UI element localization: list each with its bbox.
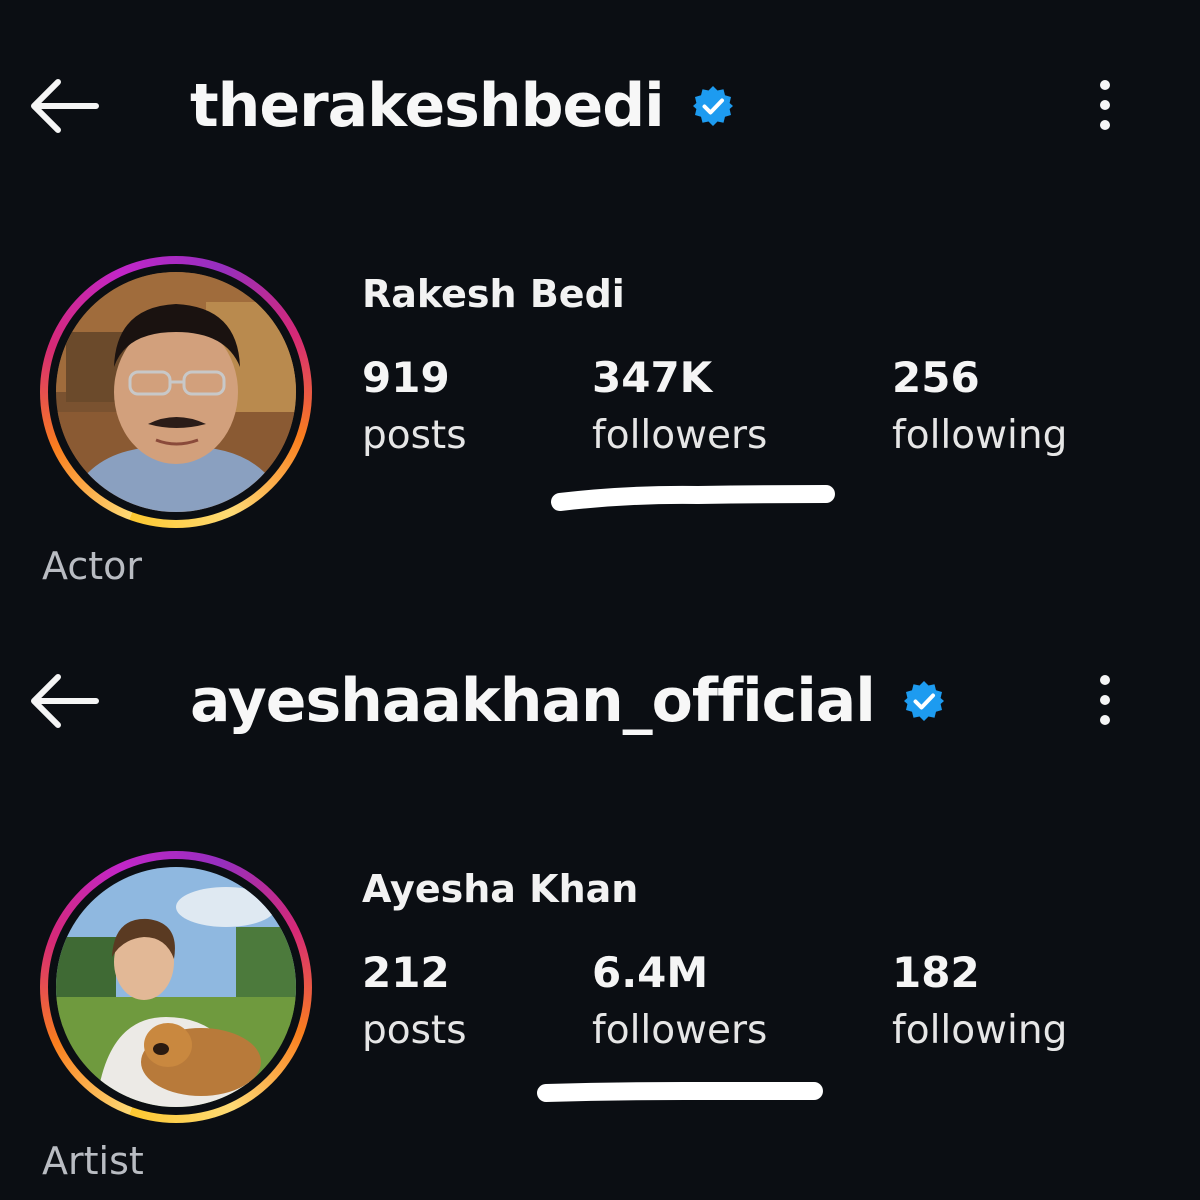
back-arrow-icon[interactable]	[28, 673, 102, 729]
verified-badge-icon	[903, 681, 944, 721]
display-name: Ayesha Khan	[362, 867, 639, 911]
following-count: 182	[892, 948, 980, 997]
avatar	[56, 272, 296, 512]
annotation-underline	[551, 485, 835, 511]
profile-category: Actor	[42, 544, 142, 588]
avatar	[56, 867, 296, 1107]
more-vertical-icon[interactable]	[1086, 673, 1124, 727]
posts-label: posts	[362, 1008, 467, 1053]
followers-label: followers	[592, 1008, 768, 1053]
verified-badge-icon	[692, 86, 733, 126]
following-count-stat[interactable]: 182 following	[892, 945, 1067, 1061]
following-label: following	[892, 1008, 1068, 1053]
username-row: therakeshbedi	[190, 66, 734, 146]
posts-count: 212	[362, 948, 450, 997]
display-name: Rakesh Bedi	[362, 272, 625, 316]
annotation-underline	[537, 1082, 823, 1102]
profile-avatar-story-ring[interactable]	[40, 851, 312, 1123]
username: therakeshbedi	[190, 71, 665, 141]
followers-count: 347K	[592, 353, 713, 402]
username-row: ayeshaakhan_official	[190, 661, 945, 741]
username: ayeshaakhan_official	[190, 666, 876, 736]
following-count-stat[interactable]: 256 following	[892, 350, 1067, 466]
posts-count: 919	[362, 353, 450, 402]
posts-label: posts	[362, 413, 467, 458]
following-count: 256	[892, 353, 980, 402]
followers-label: followers	[592, 413, 768, 458]
followers-count: 6.4M	[592, 948, 709, 997]
back-arrow-icon[interactable]	[28, 78, 102, 134]
more-vertical-icon[interactable]	[1086, 78, 1124, 132]
followers-count-stat[interactable]: 6.4M followers	[592, 945, 767, 1061]
posts-count-stat[interactable]: 212 posts	[362, 945, 467, 1061]
profile-category: Artist	[42, 1139, 144, 1183]
posts-count-stat[interactable]: 919 posts	[362, 350, 467, 466]
followers-count-stat[interactable]: 347K followers	[592, 350, 767, 466]
following-label: following	[892, 413, 1068, 458]
profile-header-ayeshaakhan-official: ayeshaakhan_official Ayesha Khan 212 pos…	[0, 595, 1200, 1195]
profile-header-therakeshbedi: therakeshbedi Rakesh Bedi 919 posts 347K…	[0, 0, 1200, 600]
profile-avatar-story-ring[interactable]	[40, 256, 312, 528]
